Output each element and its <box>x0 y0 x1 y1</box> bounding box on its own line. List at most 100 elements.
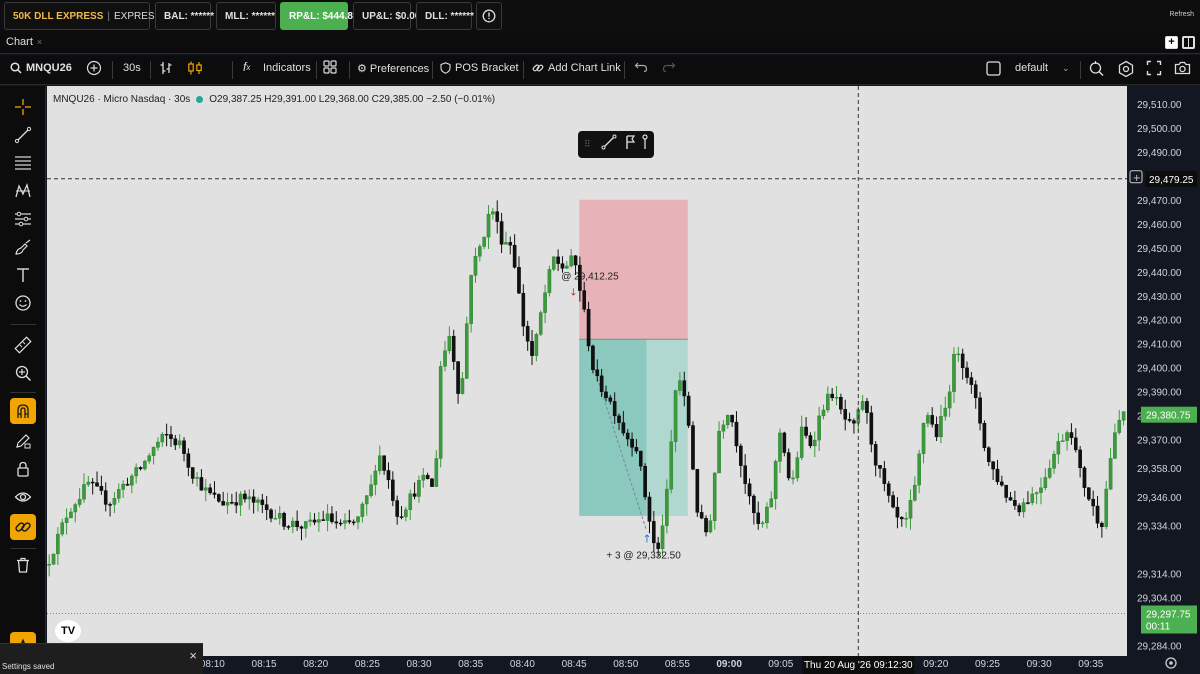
close-icon[interactable]: × <box>189 648 197 663</box>
bear-candle <box>521 292 526 327</box>
price-tick-label: 29,430.00 <box>1137 292 1182 303</box>
dll-pill[interactable]: DLL: ****** <box>416 2 474 30</box>
unrealized-pnl-pill[interactable]: UP&L: $0.00 <box>353 2 420 30</box>
tradingview-logo[interactable]: TV <box>55 620 81 642</box>
pin-tool-icon[interactable] <box>641 134 649 155</box>
bear-candle <box>430 478 434 487</box>
brush-tool[interactable] <box>10 234 36 260</box>
hide-drawings-tool[interactable] <box>10 484 36 510</box>
time-tick-label: 08:25 <box>355 659 380 670</box>
pos-bracket-button[interactable]: POS Bracket <box>440 62 519 74</box>
price-tick-label: 29,304.00 <box>1137 594 1182 605</box>
bear-candle <box>208 487 212 494</box>
realized-pnl-pill[interactable]: RP&L: $444.84 <box>280 2 358 30</box>
bear-candle <box>108 504 112 506</box>
layouts-button[interactable] <box>323 60 337 74</box>
balance-pill[interactable]: BAL: ****** <box>155 2 214 30</box>
bear-candle <box>212 492 217 495</box>
time-tick-label: 08:50 <box>613 659 638 670</box>
price-tick-label: 29,420.00 <box>1137 316 1182 327</box>
bar-style-button[interactable] <box>158 60 174 76</box>
screenshot-button[interactable] <box>1174 60 1191 79</box>
symbol-search-button[interactable]: MNQU26 <box>10 62 72 74</box>
drag-handle-icon[interactable]: ⠿ <box>584 139 591 150</box>
add-chart-link-button[interactable]: Add Chart Link <box>532 62 621 74</box>
price-chart[interactable]: @ 29,412.25 ↓ ↑ + 3 @ 29,332.50 29,510.00 29… <box>47 86 1200 674</box>
time-tick-label: 09:30 <box>1027 659 1052 670</box>
bull-candle <box>717 430 721 474</box>
stay-in-drawing-tool[interactable] <box>10 428 36 454</box>
flag-tool-icon[interactable] <box>625 134 637 155</box>
settings-button[interactable] <box>1117 60 1135 81</box>
fib-tool[interactable] <box>10 150 36 176</box>
zoom-search-button[interactable] <box>1088 60 1106 81</box>
bear-candle <box>895 506 900 518</box>
add-tab-icon[interactable]: + <box>1165 36 1178 49</box>
emoji-tool[interactable] <box>10 290 36 316</box>
text-tool[interactable] <box>10 262 36 288</box>
bull-candle <box>926 415 930 424</box>
toolbar-divider <box>232 61 233 79</box>
fullscreen-button[interactable] <box>1146 60 1162 79</box>
bear-candle <box>652 521 656 544</box>
link-drawings-tool[interactable] <box>10 514 36 540</box>
bear-candle <box>873 444 878 466</box>
interval-button[interactable]: 30s <box>123 62 141 74</box>
account-selector[interactable]: 50K DLL EXPRESS | EXPRES... ▼ <box>4 2 171 30</box>
tab-chart[interactable]: Chart × <box>6 36 42 48</box>
chart-area[interactable]: @ 29,412.25 ↓ ↑ + 3 @ 29,332.50 29,510.00 29… <box>47 86 1200 674</box>
fx-icon[interactable]: fx <box>243 60 250 74</box>
bull-candle <box>565 265 569 269</box>
ruler-tool[interactable] <box>10 332 36 358</box>
close-icon[interactable]: × <box>37 37 42 47</box>
lock-drawings-tool[interactable] <box>10 456 36 482</box>
bull-candle <box>1117 419 1122 433</box>
bear-candle <box>347 520 352 523</box>
add-chart-link-label: Add Chart Link <box>548 62 621 74</box>
stop-loss-zone <box>579 199 688 340</box>
bear-candle <box>682 380 687 397</box>
bear-candle <box>752 495 756 514</box>
line-tool-icon[interactable] <box>601 134 617 155</box>
bull-candle <box>760 522 765 525</box>
compare-symbol-button[interactable] <box>86 60 102 76</box>
alert-button[interactable] <box>476 2 502 30</box>
pattern-tool[interactable] <box>10 178 36 204</box>
price-tick-label: 29,440.00 <box>1137 268 1182 279</box>
zoom-in-tool[interactable] <box>10 360 36 386</box>
magnet-tool[interactable] <box>10 398 36 424</box>
bear-candle <box>638 450 643 467</box>
time-tick-label: 08:45 <box>562 659 587 670</box>
undo-button[interactable] <box>634 61 648 73</box>
bull-candle <box>130 475 134 486</box>
remove-drawings-tool[interactable] <box>10 552 36 578</box>
mll-pill[interactable]: MLL: ****** <box>216 2 276 30</box>
preferences-button[interactable]: ⚙ Preferences <box>357 62 429 76</box>
bear-candle <box>986 447 991 462</box>
bear-candle <box>395 500 399 517</box>
bear-candle <box>90 481 95 484</box>
account-name: 50K DLL EXPRESS <box>13 10 104 22</box>
status-toast: × Settings saved <box>0 643 203 674</box>
bear-candle <box>1026 502 1030 504</box>
bull-candle <box>491 211 495 215</box>
bull-candle <box>538 312 543 335</box>
layout-checkbox[interactable] <box>986 61 1001 76</box>
refresh-link[interactable]: Refresh <box>1169 11 1194 18</box>
crosshair-tool[interactable] <box>10 94 36 120</box>
trend-line-tool[interactable] <box>10 122 36 148</box>
bear-candle <box>852 420 856 424</box>
bear-candle <box>234 502 239 506</box>
bear-candle <box>499 221 504 245</box>
redo-button[interactable] <box>662 61 676 73</box>
bear-candle <box>978 397 982 424</box>
candle-style-button[interactable] <box>186 60 204 76</box>
split-view-icon[interactable] <box>1182 36 1195 49</box>
prediction-tool[interactable] <box>10 206 36 232</box>
indicators-button[interactable]: Indicators <box>263 62 311 74</box>
bear-candle <box>1087 487 1091 500</box>
bear-candle <box>878 465 882 469</box>
layout-select[interactable]: default ⌄ <box>1015 62 1070 74</box>
bull-candle <box>1047 468 1052 478</box>
bull-candle <box>443 350 447 367</box>
